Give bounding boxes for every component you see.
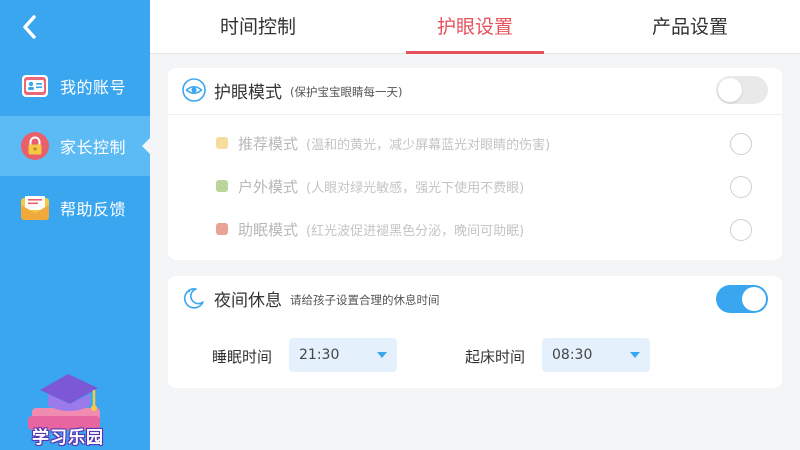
mode-name: 户外模式 bbox=[238, 177, 299, 196]
envelope-icon bbox=[20, 193, 50, 223]
eye-care-toggle[interactable] bbox=[716, 76, 768, 104]
eye-care-subtitle: (保护宝宝眼睛每一天) bbox=[290, 84, 403, 99]
tab-label: 时间控制 bbox=[219, 16, 296, 38]
eye-care-card: 护眼模式 (保护宝宝眼睛每一天) 推荐模式 (温和的黄光，减少屏幕蓝光对眼睛的伤… bbox=[168, 68, 782, 260]
mode-radio[interactable] bbox=[730, 176, 752, 198]
top-tab-bar: 时间控制 护眼设置 产品设置 bbox=[150, 0, 800, 54]
account-card-icon bbox=[20, 71, 50, 101]
sidebar-item-help-feedback[interactable]: 帮助反馈 bbox=[0, 178, 150, 238]
logo-text: 学习乐园 bbox=[32, 428, 104, 448]
sidebar-item-account[interactable]: 我的账号 bbox=[0, 56, 150, 116]
night-rest-toggle[interactable] bbox=[716, 285, 768, 313]
mode-description: (红光波促进褪黑色分泌，晚间可助眠) bbox=[306, 223, 525, 239]
sidebar-item-label: 家长控制 bbox=[60, 138, 127, 157]
wake-time-value: 08:30 bbox=[552, 347, 593, 363]
night-rest-header: 夜间休息 请给孩子设置合理的休息时间 bbox=[168, 276, 782, 320]
tab-time-control[interactable]: 时间控制 bbox=[188, 0, 328, 54]
sidebar-item-parental-control[interactable]: 家长控制 bbox=[0, 116, 150, 176]
sleep-time-select[interactable]: 21:30 bbox=[289, 338, 397, 372]
color-swatch bbox=[216, 180, 228, 192]
night-rest-card: 夜间休息 请给孩子设置合理的休息时间 睡眠时间 21:30 起床时间 08:30 bbox=[168, 276, 782, 388]
mode-radio[interactable] bbox=[730, 133, 752, 155]
mode-row-recommended[interactable]: 推荐模式 (温和的黄光，减少屏幕蓝光对眼睛的伤害) bbox=[168, 123, 782, 163]
lock-icon bbox=[20, 131, 50, 161]
tab-product-settings[interactable]: 产品设置 bbox=[620, 0, 760, 54]
caret-down-icon bbox=[377, 352, 387, 358]
tab-label: 产品设置 bbox=[651, 16, 728, 38]
divider bbox=[168, 114, 782, 115]
night-rest-subtitle: 请给孩子设置合理的休息时间 bbox=[290, 292, 440, 307]
chevron-left-icon bbox=[23, 15, 36, 39]
tab-label: 护眼设置 bbox=[436, 16, 513, 38]
toggle-knob bbox=[718, 78, 742, 102]
sidebar-item-label: 帮助反馈 bbox=[60, 200, 127, 219]
color-swatch bbox=[216, 223, 228, 235]
toggle-knob bbox=[742, 287, 766, 311]
tab-active-underline bbox=[406, 51, 544, 54]
mode-name: 助眠模式 bbox=[238, 220, 299, 239]
mode-name: 推荐模式 bbox=[238, 134, 299, 153]
sidebar-item-label: 我的账号 bbox=[60, 78, 127, 97]
color-swatch bbox=[216, 137, 228, 149]
sleep-time-value: 21:30 bbox=[299, 347, 340, 363]
sidebar: 我的账号 家长控制 帮助反馈 学习乐园 bbox=[0, 0, 150, 450]
app-logo: 学习乐园 bbox=[18, 360, 118, 450]
eye-care-header: 护眼模式 (保护宝宝眼睛每一天) bbox=[168, 68, 782, 112]
wake-time-select[interactable]: 08:30 bbox=[542, 338, 650, 372]
sleep-time-label: 睡眠时间 bbox=[212, 348, 273, 366]
active-indicator bbox=[142, 138, 150, 154]
moon-icon bbox=[182, 286, 206, 310]
mode-description: (温和的黄光，减少屏幕蓝光对眼睛的伤害) bbox=[306, 137, 551, 153]
wake-time-label: 起床时间 bbox=[465, 348, 526, 366]
tab-eye-care[interactable]: 护眼设置 bbox=[406, 0, 544, 54]
night-rest-title: 夜间休息 bbox=[214, 290, 282, 311]
caret-down-icon bbox=[630, 352, 640, 358]
mode-row-outdoor[interactable]: 户外模式 (人眼对绿光敏感，强光下使用不费眼) bbox=[168, 166, 782, 206]
mode-row-sleep-aid[interactable]: 助眠模式 (红光波促进褪黑色分泌，晚间可助眠) bbox=[168, 209, 782, 249]
mode-description: (人眼对绿光敏感，强光下使用不费眼) bbox=[306, 180, 525, 196]
eye-care-title: 护眼模式 bbox=[214, 82, 282, 103]
eye-icon bbox=[182, 78, 206, 102]
mode-radio[interactable] bbox=[730, 219, 752, 241]
back-button[interactable] bbox=[18, 12, 42, 42]
